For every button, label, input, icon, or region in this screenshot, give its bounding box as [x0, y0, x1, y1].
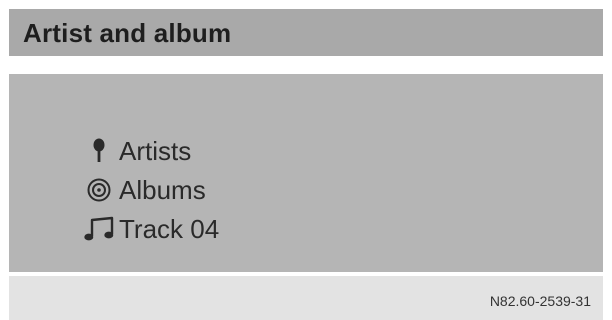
menu-item-artists[interactable]: Artists — [81, 135, 191, 167]
disc-icon — [81, 175, 117, 205]
media-menu-panel: Artists Albums Track 04 — [9, 74, 603, 272]
title-bar: Artist and album — [9, 9, 603, 56]
menu-item-label: Albums — [119, 174, 206, 205]
menu-item-label: Track 04 — [119, 213, 220, 244]
menu-item-albums[interactable]: Albums — [81, 174, 206, 206]
footer-bar: N82.60-2539-31 — [9, 276, 603, 320]
reference-code: N82.60-2539-31 — [489, 293, 591, 309]
microphone-icon — [81, 136, 117, 166]
menu-item-track[interactable]: Track 04 — [81, 213, 219, 245]
menu-item-label: Artists — [119, 135, 192, 166]
page-title: Artist and album — [23, 18, 232, 48]
music-note-icon — [81, 214, 117, 244]
